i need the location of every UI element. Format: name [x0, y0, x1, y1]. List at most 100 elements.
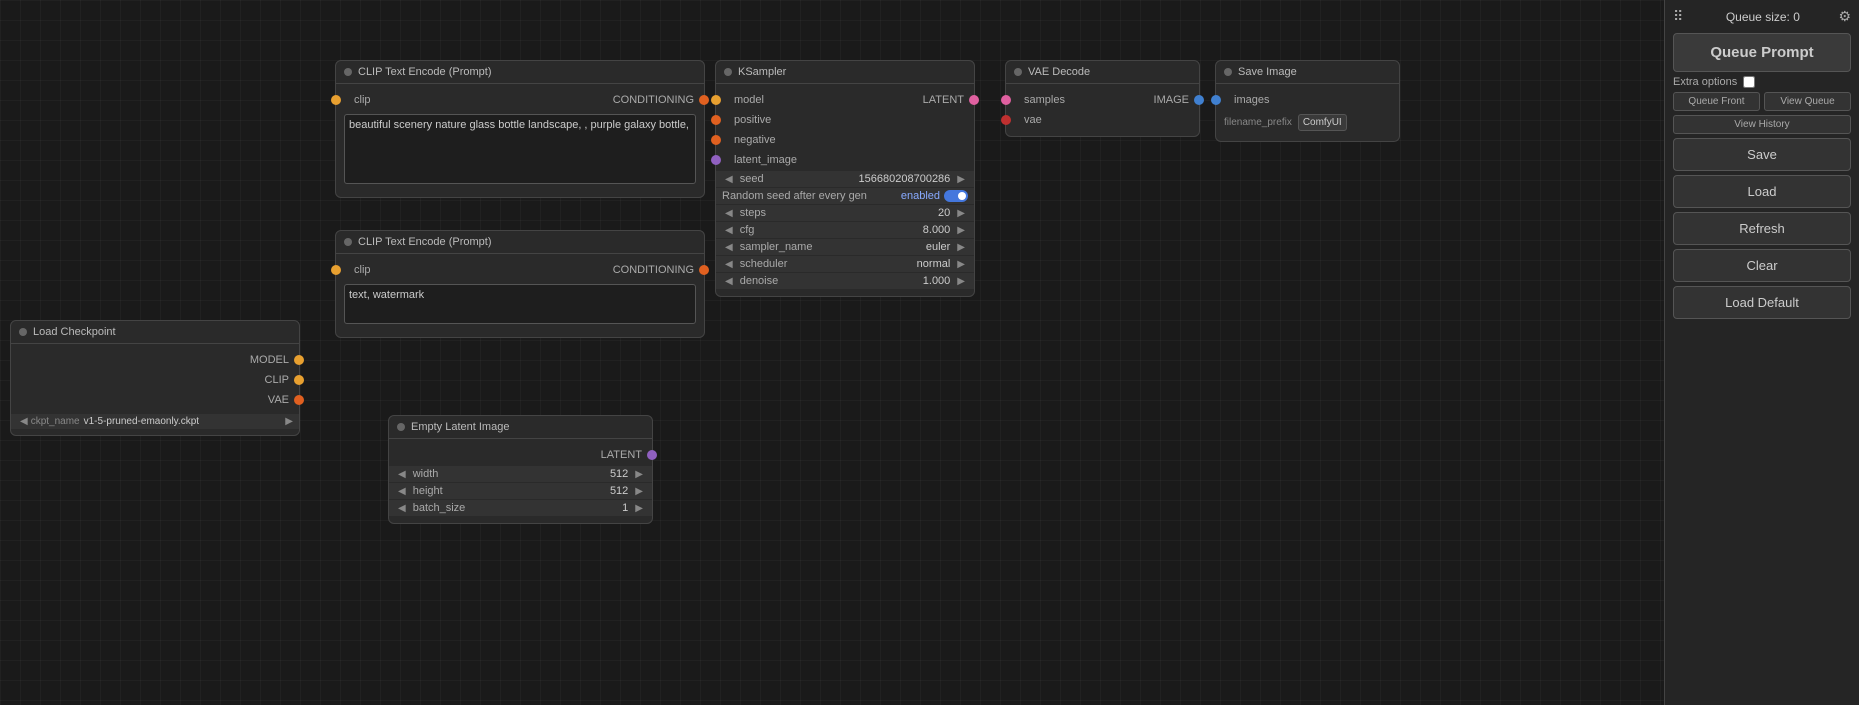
vae-output-port[interactable] [294, 395, 304, 405]
node-clip-encode-2: CLIP Text Encode (Prompt) clip CONDITION… [335, 230, 705, 338]
samples-label: samples [1016, 94, 1107, 106]
clip-encode-2-textarea[interactable] [344, 284, 696, 324]
height-value: 512 [610, 485, 628, 497]
model-label: MODEL [21, 354, 289, 366]
images-input-port[interactable] [1211, 95, 1221, 105]
height-arrow-right[interactable]: ▶ [632, 486, 646, 497]
load-checkpoint-body: MODEL CLIP VAE ◀ ckpt_name v1-5-pruned-e… [11, 344, 299, 435]
cfg-row: ◀ cfg 8.000 ▶ [716, 222, 974, 238]
seed-arrow-left[interactable]: ◀ [722, 174, 736, 185]
vae-decode-header: VAE Decode [1006, 61, 1199, 84]
clip-input-label-2: clip [346, 264, 524, 276]
samples-input-port[interactable] [1001, 95, 1011, 105]
cfg-arrow-right[interactable]: ▶ [954, 225, 968, 236]
sidebar: ⠿ Queue size: 0 ⚙ Queue Prompt Extra opt… [1664, 0, 1859, 705]
clip-output-row: CLIP [11, 370, 299, 390]
denoise-label: denoise [736, 275, 923, 287]
clip-input-port-1[interactable] [331, 95, 341, 105]
image-output-port[interactable] [1194, 95, 1204, 105]
extra-options-checkbox[interactable] [1743, 76, 1755, 88]
sampler-arrow-right[interactable]: ▶ [954, 242, 968, 253]
ckpt-arrow-right[interactable]: ▶ [285, 416, 293, 427]
positive-label: positive [726, 114, 964, 126]
node-vae-decode: VAE Decode samples IMAGE vae [1005, 60, 1200, 137]
width-arrow-right[interactable]: ▶ [632, 469, 646, 480]
node-status-dot [344, 238, 352, 246]
scheduler-label: scheduler [736, 258, 917, 270]
view-history-button[interactable]: View History [1673, 115, 1851, 134]
gear-icon[interactable]: ⚙ [1838, 8, 1851, 25]
scheduler-arrow-right[interactable]: ▶ [954, 259, 968, 270]
scheduler-arrow-left[interactable]: ◀ [722, 259, 736, 270]
steps-arrow-right[interactable]: ▶ [954, 208, 968, 219]
latent-output-port[interactable] [647, 450, 657, 460]
latent-input-port[interactable] [711, 155, 721, 165]
denoise-arrow-left[interactable]: ◀ [722, 276, 736, 287]
height-label: height [409, 485, 610, 497]
width-arrow-left[interactable]: ◀ [395, 469, 409, 480]
latent-image-label: latent_image [726, 154, 964, 166]
queue-prompt-button[interactable]: Queue Prompt [1673, 33, 1851, 72]
cfg-label: cfg [736, 224, 923, 236]
refresh-button[interactable]: Refresh [1673, 212, 1851, 245]
node-status-dot [724, 68, 732, 76]
model-output-port[interactable] [294, 355, 304, 365]
clip-output-port[interactable] [294, 375, 304, 385]
conditioning-output-label-1: CONDITIONING [524, 94, 694, 106]
height-arrow-left[interactable]: ◀ [395, 486, 409, 497]
negative-input-port[interactable] [711, 135, 721, 145]
conditioning-output-port-1[interactable] [699, 95, 709, 105]
steps-label: steps [736, 207, 938, 219]
latent-output-port-ks[interactable] [969, 95, 979, 105]
positive-input-row: positive [716, 110, 974, 130]
vae-label: VAE [21, 394, 289, 406]
filename-prefix-row: filename_prefix ComfyUI [1216, 110, 1399, 135]
model-input-port[interactable] [711, 95, 721, 105]
scheduler-value: normal [917, 258, 951, 270]
random-label: Random seed after every gen [722, 190, 901, 202]
ckpt-arrow-left[interactable]: ◀ [17, 416, 31, 427]
vae-input-port[interactable] [1001, 115, 1011, 125]
ksampler-body: model LATENT positive negative latent_im… [716, 84, 974, 296]
clip-input-row-2: clip CONDITIONING [336, 260, 704, 280]
images-input-row: images [1216, 90, 1399, 110]
latent-output-label: LATENT [399, 449, 642, 461]
batch-arrow-right[interactable]: ▶ [632, 503, 646, 514]
clip-encode-2-title: CLIP Text Encode (Prompt) [358, 236, 492, 248]
extra-options-row: Extra options [1673, 76, 1851, 88]
images-input-label: images [1226, 94, 1389, 106]
clip-label: CLIP [21, 374, 289, 386]
random-toggle[interactable] [944, 190, 968, 202]
denoise-row: ◀ denoise 1.000 ▶ [716, 273, 974, 289]
view-queue-button[interactable]: View Queue [1764, 92, 1851, 111]
clip-encode-2-body: clip CONDITIONING [336, 254, 704, 337]
empty-latent-title: Empty Latent Image [411, 421, 509, 433]
load-button[interactable]: Load [1673, 175, 1851, 208]
queue-front-button[interactable]: Queue Front [1673, 92, 1760, 111]
node-clip-encode-1: CLIP Text Encode (Prompt) clip CONDITION… [335, 60, 705, 198]
empty-latent-body: LATENT ◀ width 512 ▶ ◀ height 512 ▶ ◀ ba… [389, 439, 652, 523]
load-default-button[interactable]: Load Default [1673, 286, 1851, 319]
extra-options-label: Extra options [1673, 76, 1737, 88]
sampler-row: ◀ sampler_name euler ▶ [716, 239, 974, 255]
denoise-arrow-right[interactable]: ▶ [954, 276, 968, 287]
prefix-label: filename_prefix [1224, 117, 1292, 128]
positive-input-port[interactable] [711, 115, 721, 125]
conditioning-output-port-2[interactable] [699, 265, 709, 275]
clear-button[interactable]: Clear [1673, 249, 1851, 282]
steps-arrow-left[interactable]: ◀ [722, 208, 736, 219]
cfg-arrow-left[interactable]: ◀ [722, 225, 736, 236]
sampler-arrow-left[interactable]: ◀ [722, 242, 736, 253]
batch-label: batch_size [409, 502, 622, 514]
vae-output-row: VAE [11, 390, 299, 410]
save-button[interactable]: Save [1673, 138, 1851, 171]
clip-encode-1-textarea[interactable] [344, 114, 696, 184]
batch-arrow-left[interactable]: ◀ [395, 503, 409, 514]
width-row: ◀ width 512 ▶ [389, 466, 652, 482]
random-value: enabled [901, 190, 940, 202]
samples-input-row: samples IMAGE [1006, 90, 1199, 110]
sidebar-top-row: ⠿ Queue size: 0 ⚙ [1673, 8, 1851, 25]
clip-input-port-2[interactable] [331, 265, 341, 275]
seed-arrow-right[interactable]: ▶ [954, 174, 968, 185]
steps-row: ◀ steps 20 ▶ [716, 205, 974, 221]
